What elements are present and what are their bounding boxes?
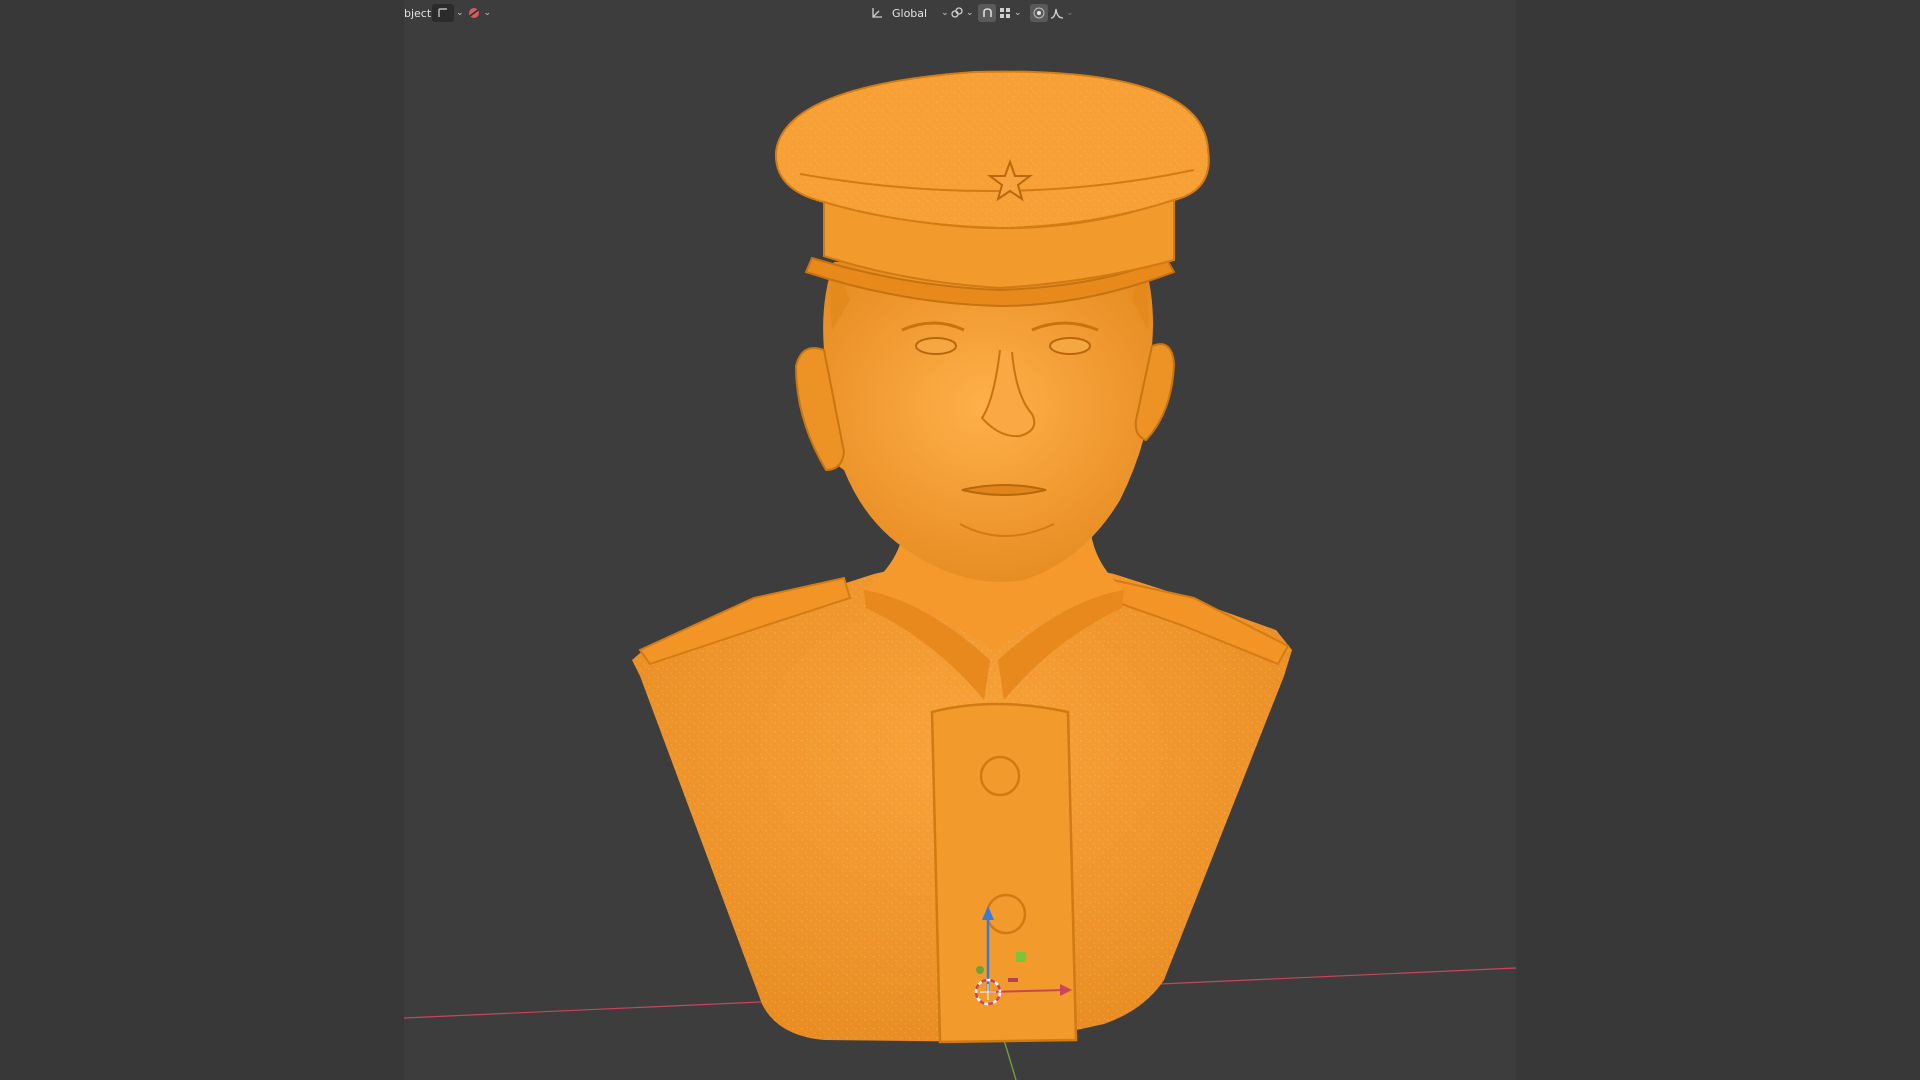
gizmo-xz-handle-icon: [1008, 978, 1018, 982]
gizmo-plane-handle-icon: [1016, 952, 1026, 962]
shading-sphere-icon: [468, 8, 479, 18]
snap-target-icon: [1000, 8, 1010, 18]
chevron-down-icon[interactable]: ⌄: [484, 8, 492, 18]
right-backdrop: [1516, 0, 1920, 1080]
snap-target-button[interactable]: [998, 4, 1012, 22]
snap-icon: [982, 7, 992, 17]
transform-orientation[interactable]: Global ⌄: [870, 4, 949, 22]
bust-object[interactable]: [632, 70, 1292, 1044]
transform-orientation-label[interactable]: Global: [892, 7, 927, 20]
mouth: [961, 484, 1047, 496]
chevron-down-icon[interactable]: ⌄: [1014, 8, 1022, 18]
chevron-down-icon[interactable]: ⌄: [1066, 8, 1074, 18]
pivot-point[interactable]: ⌄: [950, 4, 974, 22]
viewport-header: bject ⌄ ⌄ Global ⌄ ⌄ ⌄ ⌄: [404, 0, 1516, 26]
shading-button[interactable]: [466, 4, 482, 22]
eye-left: [915, 337, 957, 355]
chevron-down-icon[interactable]: ⌄: [456, 8, 464, 18]
y-axis-line: [1003, 1039, 1017, 1080]
proportional-editing-toggle[interactable]: [1030, 4, 1048, 22]
gizmo-y-dot-icon: [976, 966, 984, 974]
left-backdrop: [0, 0, 404, 1080]
proportional-group: ⌄: [1030, 4, 1074, 22]
select-mode-group: ⌄ ⌄: [432, 4, 491, 22]
falloff-icon: [1050, 8, 1064, 19]
snap-toggle[interactable]: [978, 4, 996, 22]
mode-label[interactable]: bject: [404, 7, 431, 20]
mode-selector[interactable]: bject: [404, 4, 431, 22]
chevron-down-icon[interactable]: ⌄: [941, 8, 949, 18]
select-box-button[interactable]: [432, 4, 454, 22]
select-box-icon: [438, 8, 447, 17]
snap-group: ⌄: [978, 4, 1022, 22]
3d-viewport[interactable]: bject ⌄ ⌄ Global ⌄ ⌄ ⌄ ⌄: [404, 0, 1516, 1080]
pivot-icon: [951, 7, 963, 18]
transform-orientation-icon: [872, 8, 882, 18]
viewport-scene[interactable]: [404, 0, 1516, 1080]
falloff-button[interactable]: [1050, 4, 1064, 22]
eye-right: [1049, 337, 1091, 355]
proportional-editing-icon: [1033, 7, 1045, 19]
chevron-down-icon[interactable]: ⌄: [966, 8, 974, 18]
